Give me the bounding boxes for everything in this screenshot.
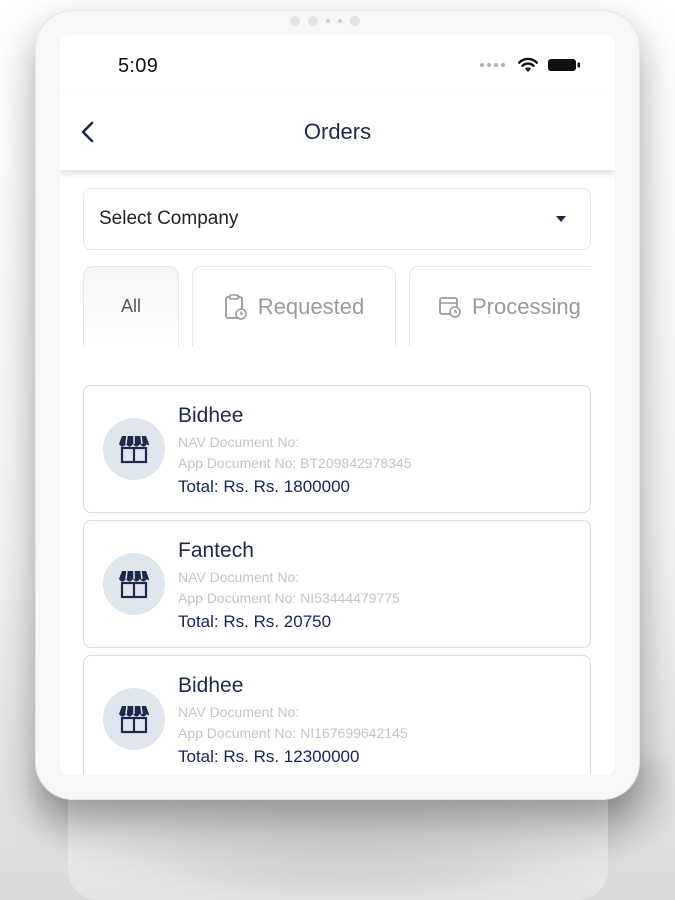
avatar [103, 418, 165, 480]
wifi-icon [518, 57, 538, 72]
order-total: Total: Rs. Rs. 12300000 [178, 747, 360, 766]
tab-processing[interactable]: Processing [409, 266, 591, 346]
tab-all[interactable]: All [83, 266, 179, 346]
clipboard-clock-icon [224, 293, 247, 320]
tab-requested[interactable]: Requested [192, 266, 396, 346]
page-title: Orders [303, 119, 372, 144]
order-company-name: Bidhee [178, 404, 244, 427]
order-total: Total: Rs. Rs. 20750 [178, 612, 332, 631]
status-bar: 5:09 [60, 35, 615, 95]
status-tabs: All Requested Processing [83, 266, 591, 346]
order-nav-doc: NAV Document No: [178, 434, 300, 450]
order-app-doc: App Document No: NI53444479775 [178, 590, 400, 606]
company-select-label: Select Company [99, 208, 239, 229]
orders-list: Bidhee NAV Document No: App Document No:… [83, 385, 591, 775]
caret-down-icon [556, 216, 566, 222]
tablet-frame: 5:09 Orders Select Company All Requested… [35, 10, 640, 800]
camera-dots [290, 16, 360, 26]
store-icon [119, 435, 149, 464]
screen: 5:09 Orders Select Company All Requested… [60, 35, 615, 775]
status-icons [480, 57, 581, 73]
calendar-clock-icon [439, 296, 461, 318]
order-app-doc: App Document No: NI167699642145 [178, 725, 408, 741]
avatar [103, 553, 165, 615]
order-company-name: Bidhee [178, 674, 244, 697]
tab-requested-label: Requested [257, 293, 365, 319]
order-card[interactable]: Bidhee NAV Document No: App Document No:… [83, 655, 591, 775]
avatar [103, 688, 165, 750]
status-time: 5:09 [118, 55, 159, 77]
order-card[interactable]: Fantech NAV Document No: App Document No… [83, 520, 591, 648]
order-card[interactable]: Bidhee NAV Document No: App Document No:… [83, 385, 591, 513]
order-total: Total: Rs. Rs. 1800000 [178, 477, 350, 496]
tab-all-label: All [120, 296, 141, 316]
tab-processing-label: Processing [472, 293, 581, 319]
device-reflection [68, 800, 608, 900]
order-nav-doc: NAV Document No: [178, 569, 300, 585]
company-select[interactable]: Select Company [83, 188, 591, 250]
content-area: Select Company All Requested Processing … [60, 170, 615, 775]
signal-icon [480, 63, 505, 67]
order-company-name: Fantech [178, 539, 254, 562]
store-icon [119, 705, 149, 734]
store-icon [119, 570, 149, 599]
battery-icon [548, 59, 580, 71]
order-app-doc: App Document No: BT209842978345 [178, 455, 412, 471]
app-bar: Orders [60, 95, 615, 170]
order-nav-doc: NAV Document No: [178, 704, 300, 720]
